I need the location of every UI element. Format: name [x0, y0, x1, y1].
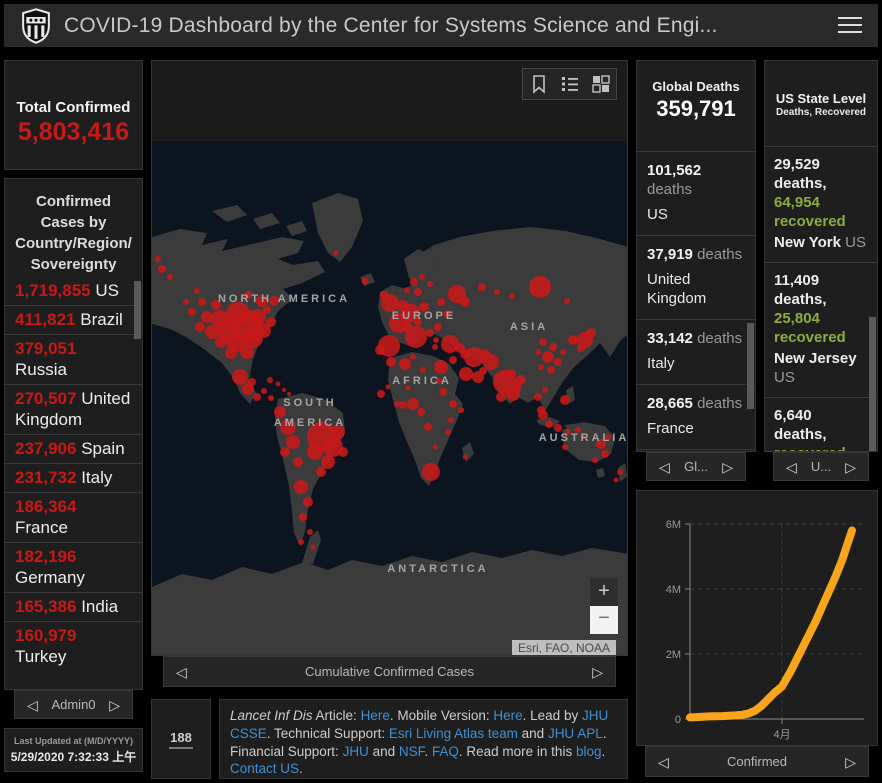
link[interactable]: JHU [343, 744, 369, 759]
link[interactable]: FAQ [432, 744, 459, 759]
list-item[interactable]: 33,142 deaths Italy [637, 319, 755, 384]
map-attribution: Esri, FAO, NOAA [512, 640, 616, 656]
list-item[interactable]: 165,386 India [5, 592, 142, 621]
pagination-label: Cumulative Confirmed Cases [305, 664, 474, 679]
scrollbar-thumb[interactable] [869, 317, 876, 451]
list-item[interactable]: 101,562 deaths US [637, 151, 755, 235]
basemap-icon[interactable] [585, 69, 616, 99]
pagination-label: Admin0 [51, 697, 95, 712]
region-count-value: 188 [169, 730, 193, 749]
map-toolbar [522, 68, 617, 100]
last-updated-panel: Last Updated at (M/D/YYYY) 5/29/2020 7:3… [4, 728, 143, 772]
list-item[interactable]: 28,665 deaths France [637, 384, 755, 449]
us-state-level-subtitle: Deaths, Recovered [765, 107, 877, 118]
svg-text:4M: 4M [666, 584, 681, 596]
scrollbar-thumb[interactable] [134, 281, 141, 339]
bookmark-icon[interactable] [523, 69, 554, 99]
us-state-level-title: US State Level [765, 91, 877, 106]
link[interactable]: NSF [399, 744, 425, 759]
header-bar: COVID-19 Dashboard by the Center for Sys… [4, 4, 878, 47]
svg-text:6M: 6M [666, 519, 681, 531]
chevron-right-icon[interactable]: ▷ [845, 460, 856, 474]
us-state-level-panel: US State Level Deaths, Recovered 29,529 … [764, 60, 878, 452]
zoom-in-button[interactable]: + [590, 578, 618, 606]
global-deaths-value: 359,791 [637, 96, 755, 122]
global-deaths-pagination: ◁ Gl... ▷ [646, 452, 746, 481]
pagination-label: Confirmed [727, 754, 787, 769]
svg-text:0: 0 [675, 714, 681, 726]
list-item[interactable]: 11,409 deaths, 25,804 recovered New Jers… [765, 262, 877, 397]
list-item[interactable]: 379,051 Russia [5, 334, 142, 384]
scrollbar-thumb[interactable] [747, 323, 754, 409]
link[interactable]: Contact US [230, 761, 299, 776]
global-deaths-list: 101,562 deaths US 37,919 deaths United K… [637, 151, 755, 452]
list-item[interactable]: 1,719,855 US [5, 277, 142, 305]
total-confirmed-label: Total Confirmed [5, 99, 142, 116]
link[interactable]: Here [493, 708, 522, 723]
total-confirmed-value: 5,803,416 [5, 118, 142, 147]
region-count-panel: 188 [151, 699, 211, 779]
list-item[interactable]: 6,640 deaths, recovered Massachusetts US [765, 397, 877, 452]
chevron-left-icon[interactable]: ◁ [176, 665, 187, 679]
chevron-right-icon[interactable]: ▷ [722, 460, 733, 474]
link[interactable]: Here [361, 708, 390, 723]
global-deaths-panel: Global Deaths 359,791 101,562 deaths US … [636, 60, 756, 452]
last-updated-label: Last Updated at (M/D/YYYY) [5, 736, 142, 746]
world-map[interactable]: NORTH AMERICA EUROPE ASIA AFRICA SOUTH A… [152, 141, 628, 656]
chevron-left-icon[interactable]: ◁ [658, 755, 669, 769]
chevron-right-icon[interactable]: ▷ [845, 755, 856, 769]
map-panel: NORTH AMERICA EUROPE ASIA AFRICA SOUTH A… [151, 60, 628, 656]
list-item[interactable]: 411,821 Brazil [5, 305, 142, 334]
list-item[interactable]: 160,979 Turkey [5, 621, 142, 671]
link[interactable]: blog [576, 744, 602, 759]
covid-dashboard: COVID-19 Dashboard by the Center for Sys… [0, 0, 882, 783]
list-item[interactable]: 29,529 deaths, 64,954 recovered New York… [765, 146, 877, 262]
list-item[interactable]: 182,196 Germany [5, 542, 142, 592]
chart-pagination: ◁ Confirmed ▷ [645, 746, 869, 777]
chevron-left-icon[interactable]: ◁ [27, 698, 38, 712]
chevron-left-icon[interactable]: ◁ [659, 460, 670, 474]
total-confirmed-panel: Total Confirmed 5,803,416 [4, 60, 143, 170]
list-item[interactable]: 237,906 Spain [5, 434, 142, 463]
confirmed-by-country-title: Confirmed Cases by Country/Region/Sovere… [5, 179, 142, 277]
chevron-left-icon[interactable]: ◁ [786, 460, 797, 474]
list-item[interactable]: 231,732 Italy [5, 463, 142, 492]
pagination-label: Gl... [684, 459, 708, 474]
list-item[interactable]: 186,364 France [5, 492, 142, 542]
link[interactable]: Esri Living Atlas team [389, 726, 518, 741]
svg-text:4月: 4月 [773, 729, 790, 741]
svg-text:2M: 2M [666, 649, 681, 661]
confirmed-chart-panel: 0 2M 4M 6M 4月 [636, 490, 878, 746]
last-updated-value: 5/29/2020 7:32:33 上午 [5, 748, 142, 765]
us-state-level-header: US State Level Deaths, Recovered [765, 61, 877, 146]
chevron-right-icon[interactable]: ▷ [109, 698, 120, 712]
country-pagination: ◁ Admin0 ▷ [14, 690, 133, 719]
credits-panel: Lancet Inf Dis Article: Here. Mobile Ver… [219, 699, 628, 779]
us-state-pagination: ◁ U... ▷ [773, 452, 869, 481]
legend-list-icon[interactable] [554, 69, 585, 99]
global-deaths-header: Global Deaths 359,791 [637, 61, 755, 151]
cumulative-confirmed-chart: 0 2M 4M 6M 4月 [637, 491, 877, 745]
credits-text: Lancet Inf Dis Article: Here. Mobile Ver… [230, 707, 617, 778]
pagination-label: U... [811, 459, 831, 474]
chevron-right-icon[interactable]: ▷ [592, 665, 603, 679]
country-list: 1,719,855 US 411,821 Brazil 379,051 Russ… [5, 277, 142, 671]
us-state-list: 29,529 deaths, 64,954 recovered New York… [765, 146, 877, 452]
link[interactable]: JHU APL [548, 726, 603, 741]
menu-icon[interactable] [838, 17, 862, 35]
page-title: COVID-19 Dashboard by the Center for Sys… [64, 14, 718, 38]
jhu-logo-icon [20, 8, 52, 44]
list-item[interactable]: 37,919 deaths United Kingdom [637, 235, 755, 319]
map-layer-pagination: ◁ Cumulative Confirmed Cases ▷ [163, 656, 616, 687]
confirmed-by-country-panel: Confirmed Cases by Country/Region/Sovere… [4, 178, 143, 690]
list-item[interactable]: 270,507 United Kingdom [5, 384, 142, 434]
world-map-graphic [152, 141, 628, 656]
global-deaths-title: Global Deaths [637, 79, 755, 94]
zoom-out-button[interactable]: − [590, 606, 618, 634]
